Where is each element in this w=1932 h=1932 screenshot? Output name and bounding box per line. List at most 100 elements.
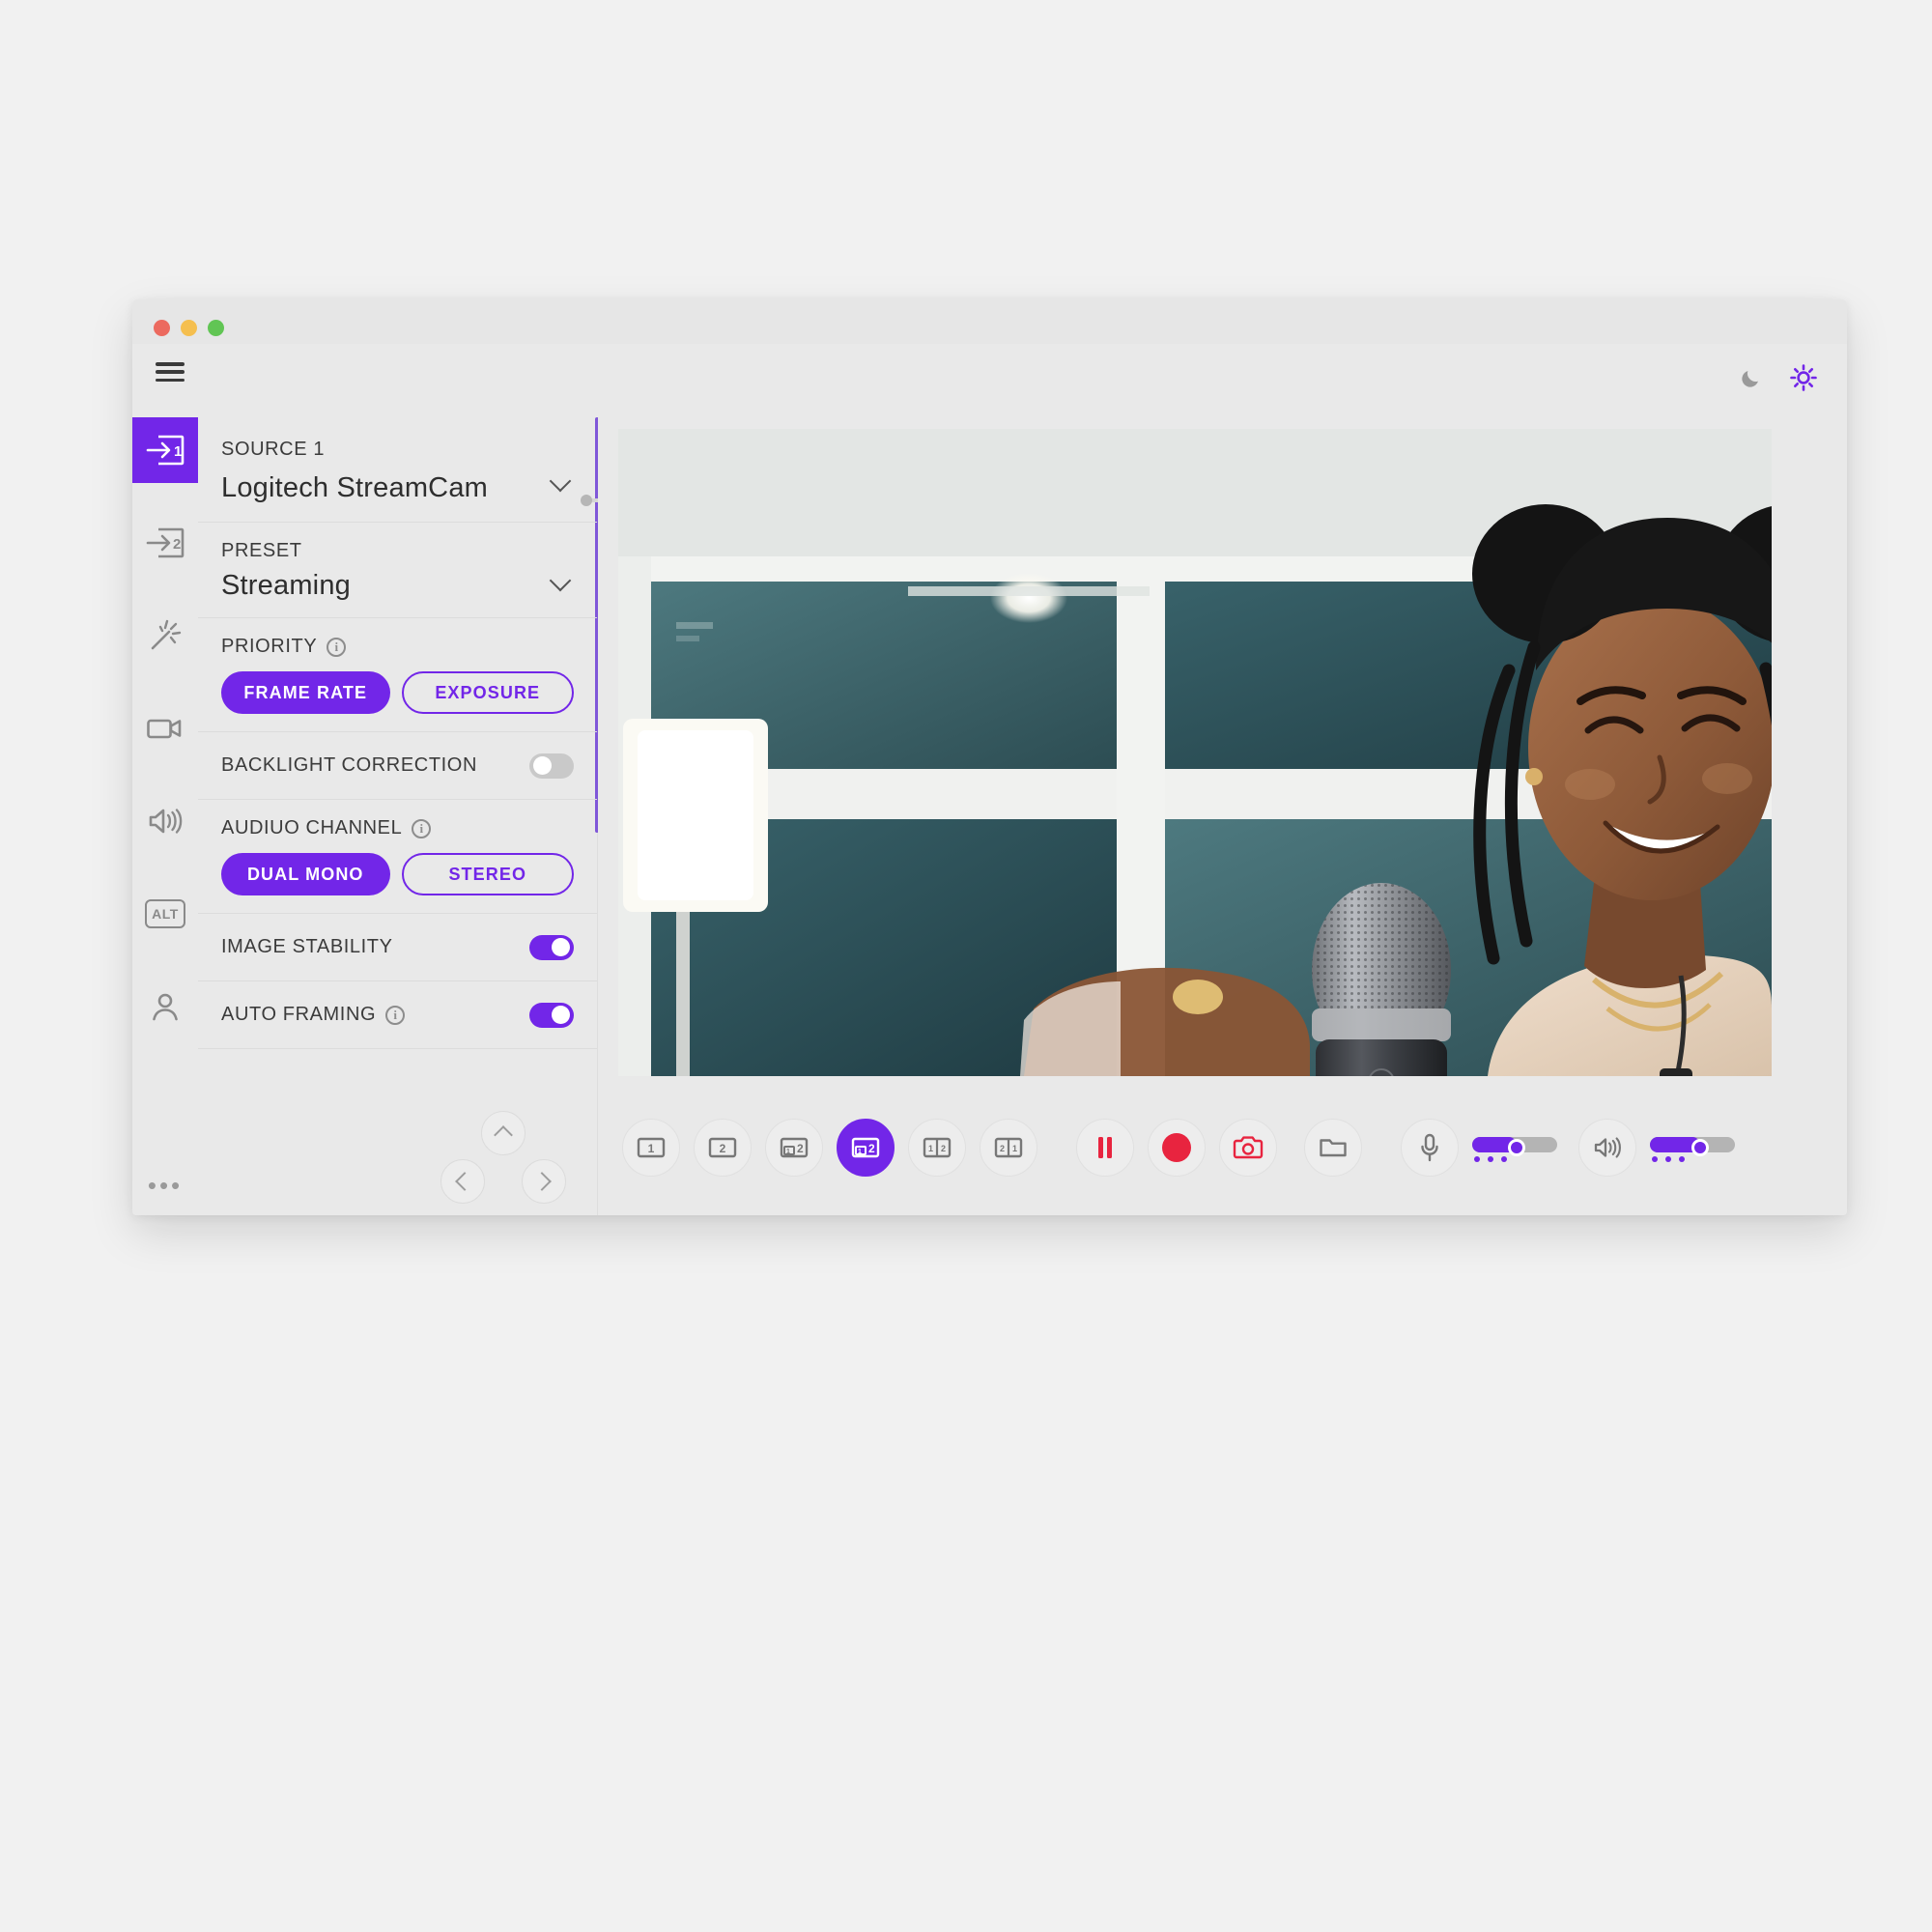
priority-frame-rate-button[interactable]: FRAME RATE xyxy=(221,671,390,714)
speaker-level-ticks xyxy=(1652,1156,1685,1162)
record-button[interactable] xyxy=(1148,1119,1206,1177)
svg-text:2: 2 xyxy=(797,1142,804,1155)
info-icon[interactable]: i xyxy=(412,818,432,838)
rail-spacer xyxy=(132,668,198,696)
audio-stereo-button[interactable]: STEREO xyxy=(401,853,574,895)
sidebar-more-button[interactable]: ••• xyxy=(132,1173,198,1198)
sidebar-item-alt[interactable]: ALT xyxy=(132,881,198,947)
folder-icon xyxy=(1320,1139,1347,1157)
close-window-button[interactable] xyxy=(154,320,170,336)
preset-row[interactable]: PRESET Streaming xyxy=(198,523,597,618)
info-icon[interactable]: i xyxy=(385,1005,406,1025)
microphone-button[interactable] xyxy=(1401,1119,1459,1177)
svg-text:1: 1 xyxy=(858,1149,862,1155)
svg-text:1: 1 xyxy=(648,1142,655,1155)
pan-up-button[interactable] xyxy=(481,1111,526,1155)
magic-wand-icon xyxy=(148,618,183,653)
auto-framing-row: AUTO FRAMING i xyxy=(198,981,597,1049)
backlight-correction-header: BACKLIGHT CORRECTION xyxy=(221,754,477,777)
layout-single-2-button[interactable]: 2 xyxy=(694,1119,752,1177)
app-body: 1 2 ALT ••• SOURCE 1 Logitech StreamCam … xyxy=(132,417,1847,1215)
layout-split-1-2-button[interactable]: 1 2 xyxy=(908,1119,966,1177)
sidebar-item-source-1[interactable]: 1 xyxy=(132,417,198,483)
sidebar-item-audio[interactable] xyxy=(132,788,198,854)
priority-row: PRIORITY i FRAME RATE EXPOSURE xyxy=(198,618,597,732)
theme-toggle-group xyxy=(1739,363,1818,392)
auto-framing-label: AUTO FRAMING xyxy=(221,1004,377,1025)
pan-tilt-zoom-controls xyxy=(198,1099,597,1215)
traffic-lights xyxy=(154,320,224,336)
layout-pip-selected-icon: 1 2 xyxy=(851,1137,880,1158)
video-preview: PATTERN xyxy=(618,429,1772,1076)
microphone-icon xyxy=(1421,1133,1438,1162)
speaker-button[interactable] xyxy=(1578,1119,1636,1177)
svg-text:1: 1 xyxy=(1012,1144,1017,1153)
priority-segmented-control: FRAME RATE EXPOSURE xyxy=(221,671,574,714)
microphone-level-ticks xyxy=(1474,1156,1507,1162)
speaker-level-slider[interactable] xyxy=(1650,1131,1735,1164)
sidebar-item-effects[interactable] xyxy=(132,603,198,668)
source-row[interactable]: SOURCE 1 Logitech StreamCam xyxy=(198,417,597,523)
audio-channel-row: AUDIUO CHANNEL i DUAL MONO STEREO xyxy=(198,800,597,914)
layout-1-icon: 1 xyxy=(637,1137,666,1158)
preset-value: Streaming xyxy=(221,570,351,601)
alt-key-icon: ALT xyxy=(145,899,185,928)
priority-exposure-button[interactable]: EXPOSURE xyxy=(401,671,574,714)
pause-button[interactable] xyxy=(1076,1119,1134,1177)
layout-pip-icon: 1 2 xyxy=(780,1137,809,1158)
svg-text:2: 2 xyxy=(173,536,181,553)
sidebar-item-source-2[interactable]: 2 xyxy=(132,510,198,576)
layout-split-1-2-icon: 1 2 xyxy=(923,1137,952,1158)
rail-spacer xyxy=(132,483,198,510)
layout-pip-1-over-2-button[interactable]: 1 2 xyxy=(765,1119,823,1177)
zoom-window-button[interactable] xyxy=(208,320,224,336)
audio-dual-mono-button[interactable]: DUAL MONO xyxy=(221,853,390,895)
preset-label: PRESET xyxy=(221,540,302,561)
image-stability-toggle[interactable] xyxy=(529,934,574,960)
rail-spacer xyxy=(132,854,198,881)
pan-left-button[interactable] xyxy=(440,1159,485,1204)
camcorder-icon xyxy=(146,715,185,742)
backlight-correction-toggle[interactable] xyxy=(529,753,574,779)
svg-text:1: 1 xyxy=(174,443,182,460)
auto-framing-toggle[interactable] xyxy=(529,1002,574,1028)
settings-panel: SOURCE 1 Logitech StreamCam PRESET Strea… xyxy=(198,417,807,1215)
sidebar-item-video[interactable] xyxy=(132,696,198,761)
backlight-correction-label: BACKLIGHT CORRECTION xyxy=(221,754,477,776)
svg-text:1: 1 xyxy=(928,1144,933,1153)
microphone-level-slider[interactable] xyxy=(1472,1131,1557,1164)
app-window: 1 2 ALT ••• SOURCE 1 Logitech StreamCam … xyxy=(132,299,1847,1215)
priority-label: PRIORITY xyxy=(221,636,318,657)
settings-list: SOURCE 1 Logitech StreamCam PRESET Strea… xyxy=(198,417,597,1215)
layout-split-2-1-icon: 2 1 xyxy=(994,1137,1023,1158)
rail-spacer xyxy=(132,947,198,974)
top-toolbar xyxy=(132,344,1847,417)
minimize-window-button[interactable] xyxy=(181,320,197,336)
user-icon xyxy=(149,990,182,1023)
sun-icon[interactable] xyxy=(1789,363,1818,392)
speaker-icon xyxy=(1594,1137,1621,1158)
source-1-icon: 1 xyxy=(145,434,185,467)
backlight-correction-row: BACKLIGHT CORRECTION xyxy=(198,732,597,800)
layout-2-icon: 2 xyxy=(708,1137,737,1158)
video-frame-image: PATTERN xyxy=(618,429,1772,1076)
snapshot-button[interactable] xyxy=(1219,1119,1277,1177)
sidebar-rail: 1 2 ALT ••• xyxy=(132,417,198,1215)
control-buttons: 1 2 1 2 1 2 1 2 2 1 xyxy=(598,1119,1756,1177)
moon-icon[interactable] xyxy=(1739,365,1764,390)
sidebar-item-account[interactable] xyxy=(132,974,198,1039)
hamburger-icon[interactable] xyxy=(156,359,188,384)
audio-channel-segmented-control: DUAL MONO STEREO xyxy=(221,853,574,895)
layout-split-2-1-button[interactable]: 2 1 xyxy=(980,1119,1037,1177)
open-folder-button[interactable] xyxy=(1304,1119,1362,1177)
svg-text:2: 2 xyxy=(941,1144,946,1153)
source-label: SOURCE 1 xyxy=(221,439,326,460)
pan-right-button[interactable] xyxy=(522,1159,566,1204)
layout-single-1-button[interactable]: 1 xyxy=(622,1119,680,1177)
svg-text:2: 2 xyxy=(868,1142,875,1155)
info-icon[interactable]: i xyxy=(327,637,347,657)
svg-text:1: 1 xyxy=(786,1149,790,1155)
svg-text:2: 2 xyxy=(1000,1144,1005,1153)
layout-pip-1-over-2-alt-button[interactable]: 1 2 xyxy=(837,1119,895,1177)
image-stability-label: IMAGE STABILITY xyxy=(221,936,393,957)
